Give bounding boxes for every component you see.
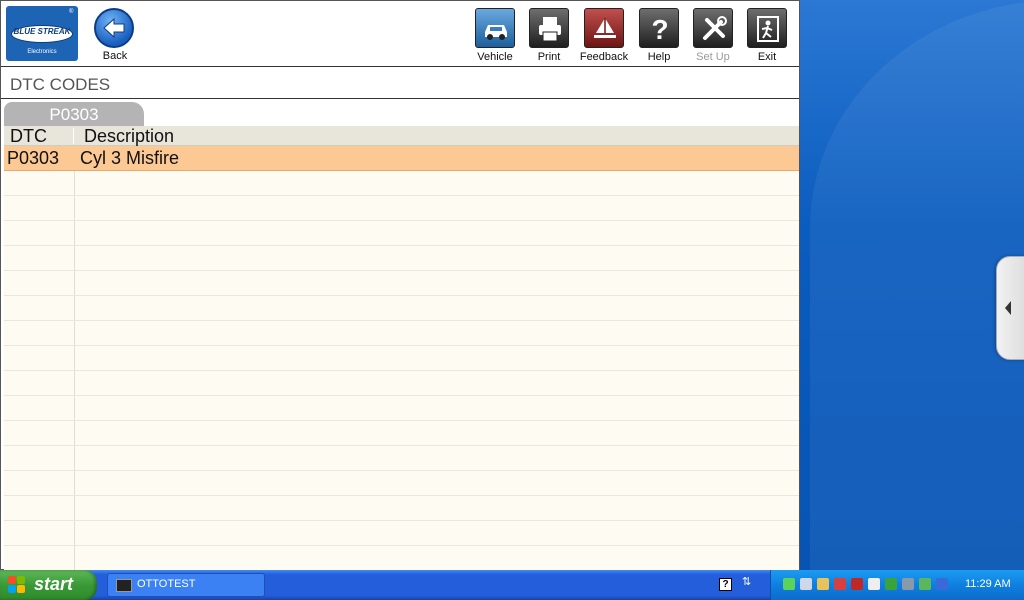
table-row[interactable] [4, 271, 799, 296]
header-description[interactable]: Description [84, 126, 174, 147]
feedback-icon [584, 8, 624, 48]
back-arrow-icon [94, 8, 134, 48]
table-row[interactable] [4, 421, 799, 446]
table-row[interactable] [4, 371, 799, 396]
table-row[interactable] [4, 171, 799, 196]
table-row[interactable] [4, 346, 799, 371]
blue-streak-logo: ® BLUE STREAK Electronics [6, 6, 78, 61]
status-icon[interactable] [919, 578, 931, 590]
exit-icon [747, 8, 787, 48]
help-label: Help [647, 51, 671, 63]
print-label: Print [537, 51, 561, 63]
update-icon[interactable] [885, 578, 897, 590]
printer-icon [529, 8, 569, 48]
setup-label: Set Up [696, 51, 730, 63]
device-icon[interactable] [868, 578, 880, 590]
network-icon[interactable] [783, 578, 795, 590]
table-row[interactable] [4, 296, 799, 321]
car-icon [475, 8, 515, 48]
windows-flag-icon [8, 576, 26, 594]
taskbar: start OTTOTEST ? ⇅ 11:29 AM [0, 570, 1024, 600]
restore-window-icon[interactable]: ⇅ [742, 575, 751, 588]
table-row[interactable] [4, 246, 799, 271]
taskbar-item-label: OTTOTEST [137, 578, 196, 590]
page-title: DTC CODES [10, 75, 111, 94]
table-row[interactable] [4, 546, 799, 571]
exit-button[interactable]: Exit [740, 8, 794, 64]
taskbar-item-ottotest[interactable]: OTTOTEST [107, 573, 265, 597]
sync-icon[interactable] [902, 578, 914, 590]
vehicle-label: Vehicle [477, 51, 513, 63]
table-row[interactable] [4, 221, 799, 246]
tab-label: P0303 [49, 105, 99, 124]
svg-text:?: ? [651, 14, 668, 45]
table-row[interactable] [4, 471, 799, 496]
header-separator [73, 128, 74, 144]
toolbar: ® BLUE STREAK Electronics Back Vehicle P… [1, 1, 799, 67]
table-row[interactable]: P0303 Cyl 3 Misfire [4, 146, 799, 171]
feedback-label: Feedback [579, 51, 629, 63]
back-button[interactable]: Back [94, 8, 136, 64]
table-row[interactable] [4, 396, 799, 421]
start-button[interactable]: start [0, 570, 97, 600]
setup-button[interactable]: Set Up [686, 8, 740, 64]
help-button[interactable]: ? Help [632, 8, 686, 64]
table-row[interactable] [4, 496, 799, 521]
side-panel-handle[interactable] [996, 256, 1024, 360]
table-header: DTC Description [4, 126, 799, 146]
system-tray: 11:29 AM [770, 570, 1024, 600]
feedback-button[interactable]: Feedback [577, 8, 631, 64]
table-row[interactable] [4, 321, 799, 346]
connection-icon[interactable] [800, 578, 812, 590]
back-label: Back [102, 50, 128, 62]
table-row[interactable] [4, 446, 799, 471]
battery-icon[interactable] [936, 578, 948, 590]
shield-icon[interactable] [851, 578, 863, 590]
logo-name: BLUE STREAK [13, 27, 71, 36]
tab-p0303[interactable]: P0303 [4, 102, 144, 127]
table-row[interactable] [4, 196, 799, 221]
print-button[interactable]: Print [522, 8, 576, 64]
tools-icon [693, 8, 733, 48]
vehicle-button[interactable]: Vehicle [468, 8, 522, 64]
security-alert-icon[interactable] [834, 578, 846, 590]
header-dtc[interactable]: DTC [10, 126, 47, 147]
start-label: start [34, 574, 74, 594]
dtc-code-cell: P0303 [7, 148, 60, 168]
logo-registered-mark: ® [69, 9, 74, 15]
logo-subtitle: Electronics [27, 49, 57, 55]
help-question-icon[interactable]: ? [719, 578, 732, 591]
dtc-table: DTC Description P0303 Cyl 3 Misfire [4, 126, 799, 571]
dtc-description-cell: Cyl 3 Misfire [80, 148, 180, 168]
exit-label: Exit [757, 51, 777, 63]
volume-icon[interactable] [817, 578, 829, 590]
question-icon: ? [639, 8, 679, 48]
app-window: ® BLUE STREAK Electronics Back Vehicle P… [0, 0, 800, 571]
table-row[interactable] [4, 521, 799, 546]
page-title-bar: DTC CODES [1, 69, 799, 99]
chevron-left-icon [1005, 301, 1011, 315]
app-window-icon [116, 579, 132, 592]
clock[interactable]: 11:29 AM [965, 578, 1011, 590]
desktop-curve [810, 0, 1024, 570]
